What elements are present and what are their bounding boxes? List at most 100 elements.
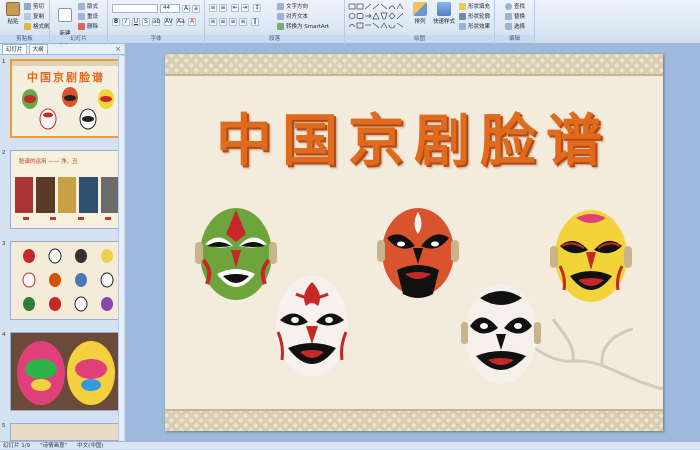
arrange-icon [413, 2, 427, 16]
thumbnail-number: 5 [2, 423, 6, 429]
panel-tabs: 幻灯片 大纲 × [0, 44, 124, 55]
replace-icon [505, 12, 512, 20]
theme-name: "诗情画意" [40, 443, 68, 449]
slide-thumbnail[interactable]: 脸谱的运用 —— 净、丑 [10, 150, 122, 229]
tab-slides[interactable]: 幻灯片 [2, 44, 27, 54]
thumbnail-number: 3 [2, 241, 6, 247]
slide-title[interactable]: 中国京剧脸谱 [165, 96, 663, 177]
editing-group-label: 编辑 [495, 35, 534, 43]
thumbnail-painted-masks [17, 341, 115, 405]
font-size-field[interactable]: 44 [160, 4, 180, 13]
bullets-button[interactable]: ≡ [209, 4, 217, 12]
mask-green-red [195, 208, 277, 300]
select-icon [505, 22, 512, 30]
clipboard-group-label: 剪贴板 [0, 35, 49, 43]
text-direction-icon [277, 2, 284, 10]
paste-button[interactable]: 粘贴 [2, 2, 24, 25]
shape-outline-button[interactable]: 形状轮廓 [459, 12, 490, 20]
columns-button[interactable]: ‖ [251, 18, 259, 26]
reset-button[interactable]: 重设 [78, 12, 98, 20]
strikethrough-button[interactable]: ab [152, 18, 161, 26]
layout-button[interactable]: 版式 [78, 2, 98, 10]
delete-icon [78, 22, 85, 30]
slides-group: 新建 幻灯片 版式 重设 删除 幻灯片 [50, 0, 108, 45]
slides-panel: 幻灯片 大纲 × 1 中国京剧脸谱 2 脸谱的运用 —— 净、丑 3 4 5 [0, 44, 124, 441]
shrink-font-button[interactable]: a [192, 5, 200, 13]
thumbnail-number: 1 [2, 59, 6, 65]
thumbnail-masks [22, 87, 114, 130]
top-border-pattern [165, 54, 663, 76]
slide-thumbnail[interactable]: 中国京剧脸谱 [10, 59, 122, 138]
clipboard-group: 粘贴 剪切 复制 格式刷 剪贴板 [0, 0, 50, 44]
close-icon[interactable]: × [115, 45, 121, 53]
reset-icon [78, 12, 85, 20]
format-painter-button[interactable]: 格式刷 [24, 22, 50, 30]
paste-icon [6, 2, 20, 16]
align-right-button[interactable]: ≡ [229, 18, 237, 26]
paragraph-group: ≡ ≡ ⇤ ⇥ ↕ ≡ ≡ ≡ ≡ ‖ 文字方向 对齐文本 转换为 SmartA… [205, 0, 345, 44]
thumbnail-masks-grid [22, 248, 114, 312]
italic-button[interactable]: I [122, 18, 130, 26]
bold-button[interactable]: B [112, 18, 120, 26]
font-group-label: 字体 [108, 35, 204, 43]
align-left-button[interactable]: ≡ [209, 18, 217, 26]
slide-thumbnail[interactable] [10, 423, 122, 441]
effects-icon [459, 22, 466, 30]
thumbnail-title: 中国京剧脸谱 [27, 71, 105, 84]
slide-thumbnail[interactable] [10, 241, 122, 320]
cut-button[interactable]: 剪切 [24, 2, 44, 10]
new-slide-icon [58, 8, 72, 22]
drawing-group-label: 绘图 [345, 35, 494, 43]
pen-icon [459, 12, 466, 20]
copy-button[interactable]: 复制 [24, 12, 44, 20]
tab-outline[interactable]: 大纲 [28, 44, 48, 54]
select-button[interactable]: 选择 [505, 22, 525, 30]
align-center-button[interactable]: ≡ [219, 18, 227, 26]
char-spacing-button[interactable]: AV [164, 18, 173, 26]
paint-bucket-icon [459, 2, 466, 10]
increase-indent-button[interactable]: ⇥ [241, 4, 249, 12]
mask-yellow-red [550, 210, 632, 302]
shape-effects-button[interactable]: 形状效果 [459, 22, 490, 30]
arrange-button[interactable]: 排列 [409, 2, 431, 25]
thumbnail-number: 2 [2, 150, 6, 156]
mask-orange-red [377, 208, 459, 298]
justify-button[interactable]: ≡ [239, 18, 247, 26]
underline-button[interactable]: U [132, 18, 140, 26]
find-button[interactable]: 查找 [505, 2, 525, 10]
align-text-button[interactable]: 对齐文本 [277, 12, 308, 20]
smartart-button[interactable]: 转换为 SmartArt [277, 22, 329, 30]
editing-group: 查找 替换 选择 编辑 [495, 0, 535, 44]
shadow-button[interactable]: S [142, 18, 150, 26]
shapes-gallery[interactable] [348, 3, 406, 31]
shape-fill-button[interactable]: 形状填充 [459, 2, 490, 10]
decrease-indent-button[interactable]: ⇤ [231, 4, 239, 12]
text-direction-button[interactable]: 文字方向 [277, 2, 308, 10]
mask-white-red [276, 276, 348, 376]
find-icon [505, 2, 512, 10]
numbering-button[interactable]: ≡ [219, 4, 227, 12]
slide-counter: 幻灯片 1/9 [3, 443, 31, 449]
grow-font-button[interactable]: A [182, 5, 190, 13]
font-color-button[interactable]: A [188, 18, 196, 26]
slide-thumbnail[interactable] [10, 332, 122, 411]
bottom-border-pattern [165, 409, 663, 431]
thumbnail-number: 4 [2, 332, 6, 338]
smartart-icon [277, 22, 284, 30]
slides-group-label: 幻灯片 [50, 35, 107, 43]
scissors-icon [24, 2, 31, 10]
slide[interactable]: 中国京剧脸谱 [165, 54, 663, 431]
delete-slide-button[interactable]: 删除 [78, 22, 98, 30]
quick-styles-button[interactable]: 快速样式 [431, 2, 457, 25]
change-case-button[interactable]: Aa [176, 18, 185, 26]
brush-icon [24, 22, 31, 30]
replace-button[interactable]: 替换 [505, 12, 525, 20]
panel-scrollbar[interactable] [118, 56, 124, 441]
slide-canvas: 中国京剧脸谱 [125, 44, 700, 441]
ribbon: 粘贴 剪切 复制 格式刷 剪贴板 新建 幻灯片 版式 重设 删除 幻灯片 44 … [0, 0, 700, 45]
font-name-field[interactable] [112, 4, 158, 13]
line-spacing-button[interactable]: ↕ [253, 4, 261, 12]
thumbnail-title: 脸谱的运用 —— 净、丑 [19, 159, 78, 165]
status-bar: 幻灯片 1/9 "诗情画意" 中文(中国) [0, 441, 700, 449]
mask-black-white [461, 284, 541, 384]
